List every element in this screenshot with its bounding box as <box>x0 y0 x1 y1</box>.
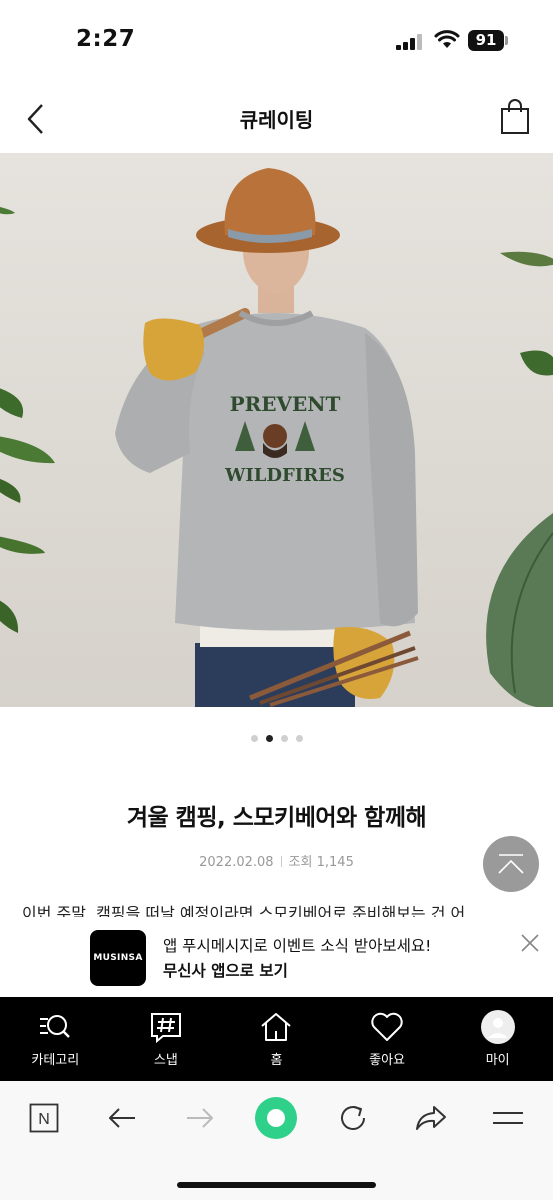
hashtag-icon <box>150 1013 181 1043</box>
category-search-icon <box>40 1015 71 1038</box>
tab-my[interactable]: 마이 <box>442 997 553 1081</box>
browser-forward-button[interactable] <box>180 1100 220 1136</box>
musinsa-logo: MUSINSA <box>90 930 146 986</box>
avatar-icon <box>480 1010 515 1044</box>
forward-arrow-icon <box>187 1108 213 1128</box>
scroll-to-top-button[interactable] <box>483 836 539 892</box>
carousel-dots[interactable] <box>0 735 553 742</box>
tab-label: 카테고리 <box>31 1053 80 1068</box>
article-meta: 2022.02.08 조회 1,145 <box>0 851 553 870</box>
shirt-text-bottom: WILDFIRES <box>224 465 345 486</box>
naver-n-label: N <box>38 1111 50 1128</box>
tab-category[interactable]: 카테고리 <box>0 997 111 1081</box>
carousel-dot[interactable] <box>295 735 303 742</box>
article-title: 겨울 캠핑, 스모키베어와 함께해 <box>126 805 427 831</box>
cellular-signal-icon <box>396 34 422 50</box>
tab-likes[interactable]: 좋아요 <box>332 997 443 1081</box>
heart-icon <box>371 1012 403 1041</box>
hero-image[interactable]: PREVENT WILDFIRES <box>0 153 553 707</box>
shopping-bag-icon <box>501 99 529 134</box>
menu-button[interactable] <box>488 1100 528 1136</box>
bottom-tab-bar: 카테고리 스냅 홈 좋아요 마이 <box>0 997 553 1081</box>
app-promo-banner[interactable] <box>0 917 553 997</box>
tab-label: 마이 <box>485 1053 510 1068</box>
browser-back-button[interactable] <box>102 1100 142 1136</box>
article-views: 조회 1,145 <box>288 855 354 870</box>
tab-label: 스냅 <box>153 1053 178 1068</box>
banner-message: 앱 푸시메시지로 이벤트 소식 받아보세요! <box>163 937 432 955</box>
shirt-text-top: PREVENT <box>230 392 341 416</box>
naver-n-button[interactable]: N <box>24 1100 64 1136</box>
green-dot-icon <box>255 1097 297 1139</box>
reload-icon <box>341 1106 365 1130</box>
menu-icon <box>493 1112 523 1124</box>
open-app-link[interactable]: 무신사 앱으로 보기 <box>163 959 288 981</box>
carousel-dot-active[interactable] <box>265 735 273 742</box>
model-photo: PREVENT WILDFIRES <box>0 168 553 707</box>
status-time: 2:27 <box>76 26 136 52</box>
carousel-dot[interactable] <box>250 735 258 742</box>
share-button[interactable] <box>411 1100 451 1136</box>
tab-label: 좋아요 <box>369 1053 406 1068</box>
naver-n-icon: N <box>29 1103 59 1133</box>
back-arrow-icon <box>109 1108 135 1128</box>
share-icon <box>416 1106 446 1130</box>
green-dot-button[interactable] <box>254 1096 298 1140</box>
home-indicator <box>177 1182 376 1188</box>
close-icon[interactable] <box>518 931 542 955</box>
carousel-dot[interactable] <box>280 735 288 742</box>
tab-home[interactable]: 홈 <box>221 997 332 1081</box>
article-date: 2022.02.08 <box>199 855 274 870</box>
battery-indicator: 91 <box>468 30 504 51</box>
tab-snap[interactable]: 스냅 <box>111 997 222 1081</box>
meta-divider <box>280 856 282 867</box>
shopping-bag-button[interactable] <box>500 99 534 137</box>
page-title: 큐레이팅 <box>239 108 314 132</box>
home-icon <box>261 1013 292 1041</box>
scroll-up-icon <box>498 854 524 874</box>
wifi-icon <box>434 30 460 48</box>
reload-button[interactable] <box>333 1100 373 1136</box>
tab-label: 홈 <box>270 1053 283 1068</box>
battery-cap <box>505 36 508 45</box>
